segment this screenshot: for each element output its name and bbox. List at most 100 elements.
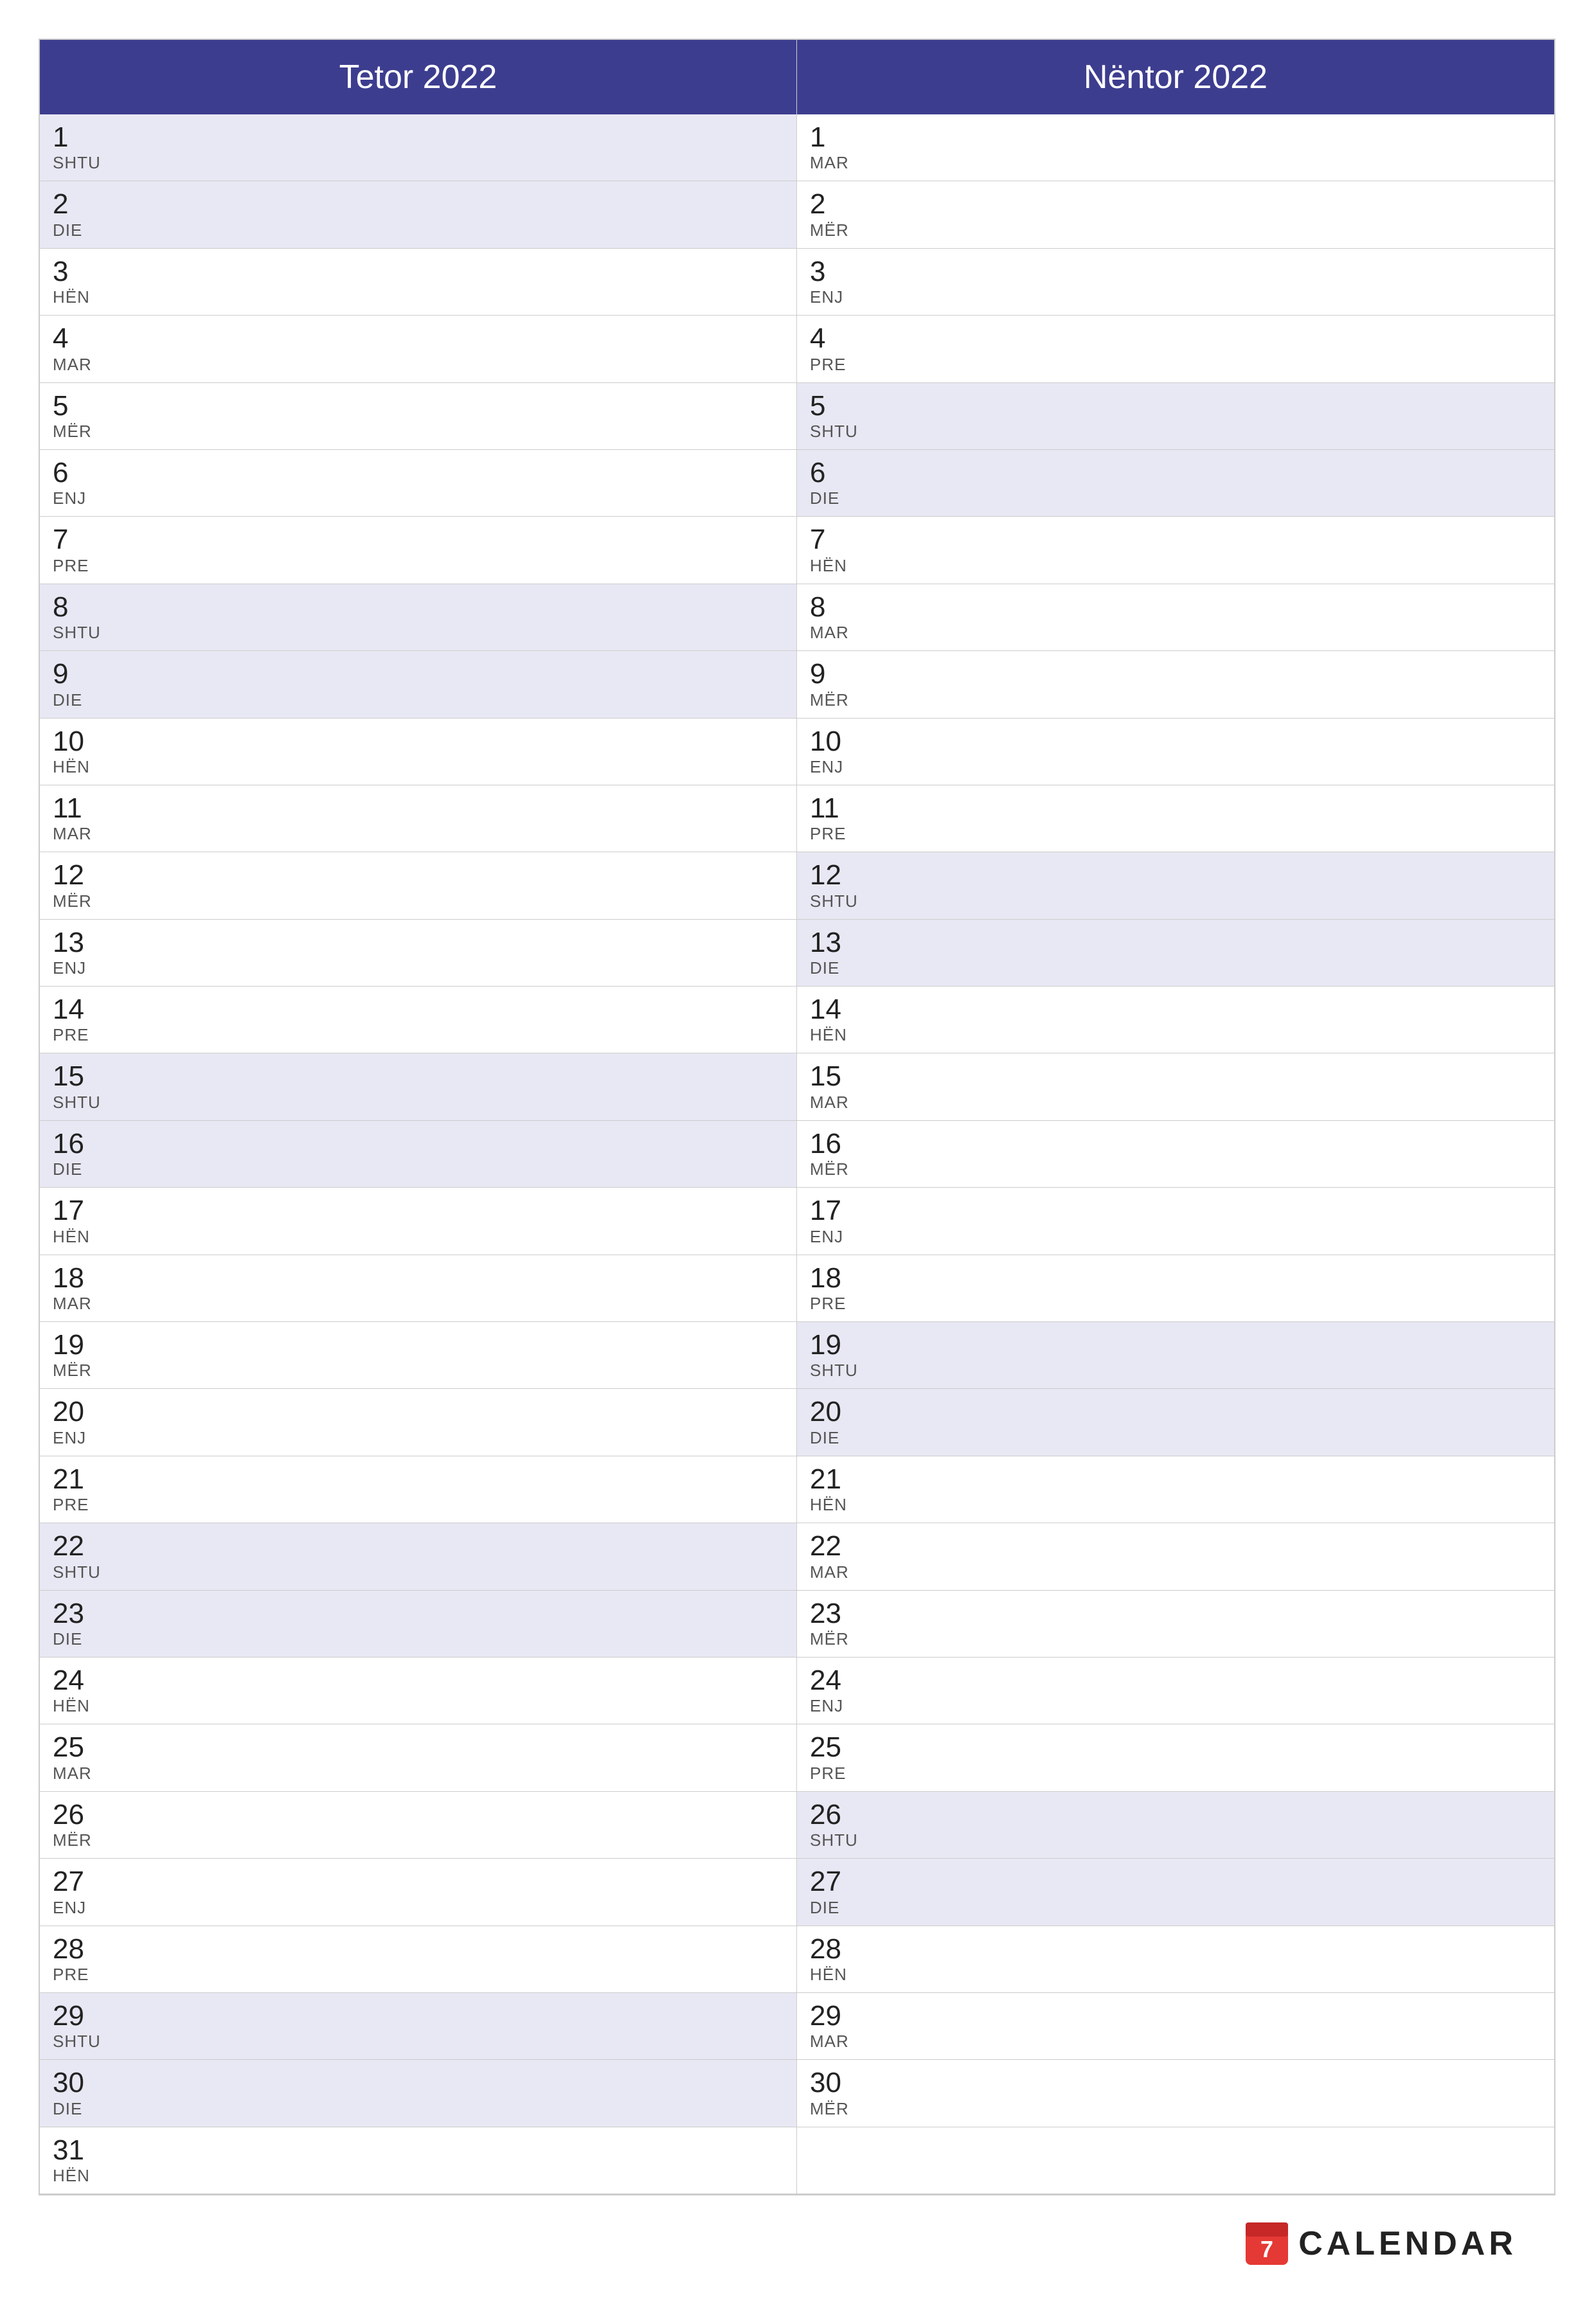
- day-cell-tetor-23: 23DIE: [40, 1591, 797, 1657]
- day-cell-nentor-9: 9MËR: [797, 651, 1554, 717]
- day-name: ENJ: [810, 1696, 1541, 1716]
- day-name: PRE: [810, 1764, 1541, 1783]
- day-name: ENJ: [810, 757, 1541, 777]
- day-name: ENJ: [53, 488, 784, 508]
- day-cell-nentor-7: 7HËN: [797, 517, 1554, 583]
- day-number: 29: [810, 2001, 1541, 2032]
- day-row: 2DIE2MËR: [40, 181, 1554, 248]
- day-number: 28: [53, 1934, 784, 1965]
- day-number: 25: [810, 1732, 1541, 1763]
- day-cell-tetor-19: 19MËR: [40, 1322, 797, 1388]
- day-number: 14: [53, 994, 784, 1025]
- day-cell-nentor-6: 6DIE: [797, 450, 1554, 516]
- day-number: 3: [810, 256, 1541, 287]
- day-number: 22: [53, 1531, 784, 1562]
- day-name: SHTU: [53, 1562, 784, 1582]
- day-row: 14PRE14HËN: [40, 987, 1554, 1053]
- day-number: 7: [53, 524, 784, 555]
- day-name: MAR: [810, 1562, 1541, 1582]
- day-row: 28PRE28HËN: [40, 1926, 1554, 1993]
- day-cell-tetor-22: 22SHTU: [40, 1523, 797, 1589]
- day-cell-nentor-20: 20DIE: [797, 1389, 1554, 1455]
- day-name: MAR: [810, 2032, 1541, 2051]
- day-row: 5MËR5SHTU: [40, 383, 1554, 450]
- day-number: 29: [53, 2001, 784, 2032]
- day-cell-tetor-13: 13ENJ: [40, 920, 797, 986]
- day-cell-nentor-27: 27DIE: [797, 1859, 1554, 1925]
- day-name: MAR: [810, 153, 1541, 173]
- day-number: 10: [810, 726, 1541, 757]
- day-cell-tetor-9: 9DIE: [40, 651, 797, 717]
- day-row: 15SHTU15MAR: [40, 1053, 1554, 1120]
- day-name: HËN: [53, 1227, 784, 1247]
- day-name: MAR: [53, 1294, 784, 1314]
- footer: 7 CALENDAR: [39, 2202, 1555, 2285]
- day-cell-nentor-29: 29MAR: [797, 1993, 1554, 2059]
- day-number: 26: [810, 1800, 1541, 1830]
- day-number: 4: [53, 323, 784, 354]
- day-name: PRE: [53, 1965, 784, 1985]
- day-cell-tetor-11: 11MAR: [40, 785, 797, 852]
- day-name: HËN: [810, 1025, 1541, 1045]
- day-row: 27ENJ27DIE: [40, 1859, 1554, 1926]
- day-number: 28: [810, 1934, 1541, 1965]
- day-number: 8: [810, 592, 1541, 623]
- day-cell-nentor-11: 11PRE: [797, 785, 1554, 852]
- day-name: HËN: [53, 1696, 784, 1716]
- day-cell-nentor-14: 14HËN: [797, 987, 1554, 1053]
- day-name: DIE: [53, 1159, 784, 1179]
- day-number: 1: [53, 122, 784, 153]
- day-number: 20: [810, 1397, 1541, 1427]
- day-cell-tetor-28: 28PRE: [40, 1926, 797, 1992]
- day-cell-tetor-3: 3HËN: [40, 249, 797, 315]
- day-row: 19MËR19SHTU: [40, 1322, 1554, 1389]
- day-cell-nentor-5: 5SHTU: [797, 383, 1554, 449]
- day-name: PRE: [810, 824, 1541, 844]
- month-header-tetor: Tetor 2022: [40, 40, 797, 114]
- day-cell-tetor-29: 29SHTU: [40, 1993, 797, 2059]
- day-number: 30: [810, 2068, 1541, 2098]
- day-number: 24: [810, 1665, 1541, 1696]
- day-number: 12: [810, 860, 1541, 891]
- day-number: 15: [53, 1061, 784, 1092]
- day-cell-tetor-20: 20ENJ: [40, 1389, 797, 1455]
- day-name: ENJ: [53, 958, 784, 978]
- day-row: 22SHTU22MAR: [40, 1523, 1554, 1590]
- day-name: MËR: [53, 1361, 784, 1381]
- day-row: 9DIE9MËR: [40, 651, 1554, 718]
- day-name: SHTU: [53, 623, 784, 643]
- day-name: DIE: [810, 1428, 1541, 1448]
- day-name: ENJ: [810, 1227, 1541, 1247]
- day-name: MAR: [810, 1093, 1541, 1113]
- day-number: 24: [53, 1665, 784, 1696]
- day-number: 27: [53, 1866, 784, 1897]
- day-row: 30DIE30MËR: [40, 2060, 1554, 2127]
- day-name: PRE: [53, 1025, 784, 1045]
- day-row: 16DIE16MËR: [40, 1121, 1554, 1188]
- day-number: 23: [53, 1598, 784, 1629]
- day-cell-nentor-empty: [797, 2127, 1554, 2194]
- day-name: DIE: [53, 1629, 784, 1649]
- day-name: PRE: [810, 1294, 1541, 1314]
- day-name: HËN: [810, 556, 1541, 576]
- day-cell-tetor-27: 27ENJ: [40, 1859, 797, 1925]
- day-cell-tetor-14: 14PRE: [40, 987, 797, 1053]
- day-cell-tetor-6: 6ENJ: [40, 450, 797, 516]
- day-number: 16: [53, 1129, 784, 1159]
- day-row: 13ENJ13DIE: [40, 920, 1554, 987]
- day-cell-tetor-8: 8SHTU: [40, 584, 797, 650]
- day-name: DIE: [810, 958, 1541, 978]
- day-cell-tetor-30: 30DIE: [40, 2060, 797, 2126]
- day-cell-nentor-18: 18PRE: [797, 1255, 1554, 1321]
- day-cell-tetor-7: 7PRE: [40, 517, 797, 583]
- day-number: 9: [810, 659, 1541, 690]
- day-number: 11: [53, 793, 784, 824]
- footer-logo: 7 CALENDAR: [1244, 2221, 1517, 2266]
- footer-logo-text: CALENDAR: [1298, 2224, 1517, 2263]
- day-name: MËR: [810, 1629, 1541, 1649]
- day-cell-tetor-25: 25MAR: [40, 1724, 797, 1791]
- day-cell-nentor-21: 21HËN: [797, 1456, 1554, 1523]
- day-cell-tetor-2: 2DIE: [40, 181, 797, 247]
- calendar-grid: Tetor 2022Nëntor 2022 1SHTU1MAR2DIE2MËR3…: [39, 39, 1555, 2195]
- day-cell-nentor-22: 22MAR: [797, 1523, 1554, 1589]
